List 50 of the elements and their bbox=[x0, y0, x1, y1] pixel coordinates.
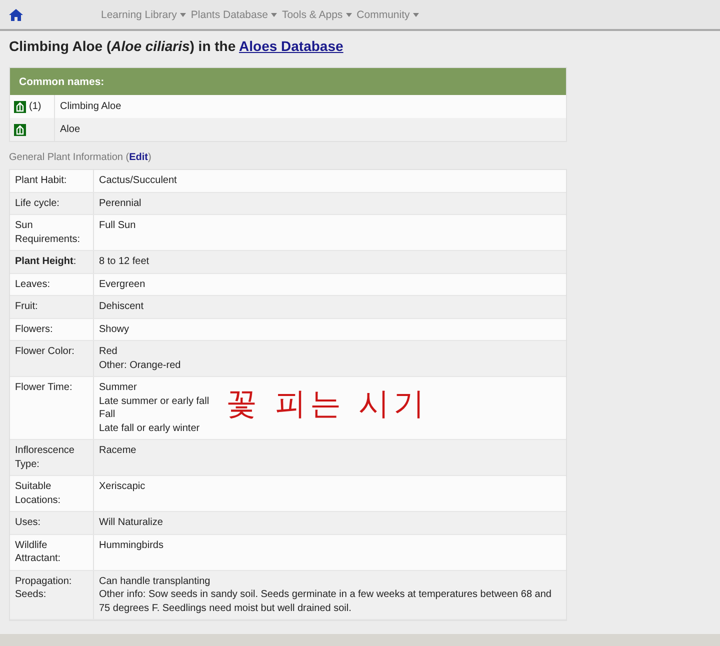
field-value: Late fall or early winter bbox=[99, 422, 201, 435]
field-label: Plant Habit: bbox=[15, 175, 67, 186]
home-icon[interactable] bbox=[9, 8, 23, 20]
field-value: Dehiscent bbox=[99, 300, 144, 314]
field-value: Hummingbirds bbox=[99, 538, 164, 552]
common-names-header: Common names: bbox=[10, 68, 566, 95]
field-label: Plant Height: bbox=[15, 256, 76, 267]
field-label: Uses: bbox=[15, 517, 41, 528]
field-value: Will Naturalize bbox=[99, 516, 164, 530]
field-value: Evergreen bbox=[99, 278, 146, 291]
nav-menu[interactable]: Community bbox=[356, 8, 419, 20]
field-value: Other info: Sow seeds in sandy soil. Seeds germinate in a few weeks at temperatures between 68 and 75 degrees F. Seedlings need moist but well drained soil. bbox=[99, 588, 552, 615]
closing-parenthesis: ) bbox=[148, 152, 152, 163]
field-value: Late summer or early fall bbox=[99, 394, 210, 408]
nav-menu[interactable]: Plants Database bbox=[190, 8, 277, 20]
field-label: Flowers: bbox=[15, 324, 53, 334]
edit-link[interactable]: Edit bbox=[129, 152, 148, 163]
nav-menu[interactable]: Tools & Apps bbox=[282, 8, 352, 20]
field-value: Red bbox=[99, 345, 118, 358]
common-name: Climbing Aloe bbox=[60, 101, 122, 112]
common-name: Aloe bbox=[60, 124, 80, 135]
field-label: Wildlife Attractant: bbox=[15, 540, 61, 564]
field-label: Sun Requirements: bbox=[15, 220, 80, 244]
field-value: Showy bbox=[99, 322, 130, 336]
field-value: Summer bbox=[99, 381, 138, 394]
field-label: Fruit: bbox=[15, 301, 38, 312]
section-heading: General Plant Information ( bbox=[9, 152, 130, 163]
field-label: Inflorescence Type: bbox=[15, 445, 74, 470]
name-count: (1) bbox=[29, 101, 42, 112]
page-title: Climbing Aloe (Aloe ciliaris) in the bbox=[9, 38, 236, 54]
nav-menu[interactable]: Learning Library bbox=[101, 8, 186, 20]
annotation-text: 꽃 피는 시기 bbox=[226, 387, 429, 421]
field-label: Flower Time: bbox=[15, 382, 72, 393]
field-value: Full Sun bbox=[99, 219, 137, 232]
database-link[interactable]: Aloes Database bbox=[239, 38, 344, 54]
field-label: Flower Color: bbox=[15, 346, 74, 357]
plant-icon bbox=[14, 124, 26, 136]
field-value: 8 to 12 feet bbox=[99, 255, 150, 268]
field-value: Can handle transplanting bbox=[99, 574, 212, 588]
field-label: Propagation: Seeds: bbox=[15, 576, 72, 600]
plant-icon bbox=[14, 100, 26, 112]
field-value: Fall bbox=[99, 408, 116, 422]
field-value: Raceme bbox=[99, 444, 138, 458]
field-value: Xeriscapic bbox=[99, 480, 146, 494]
field-label: Leaves: bbox=[15, 278, 50, 290]
field-value: Perennial bbox=[99, 196, 142, 210]
field-value: Cactus/Succulent bbox=[99, 174, 178, 188]
field-label: Suitable Locations: bbox=[15, 481, 61, 506]
field-label: Life cycle: bbox=[15, 198, 60, 208]
field-value: Other: Orange-red bbox=[99, 358, 182, 372]
